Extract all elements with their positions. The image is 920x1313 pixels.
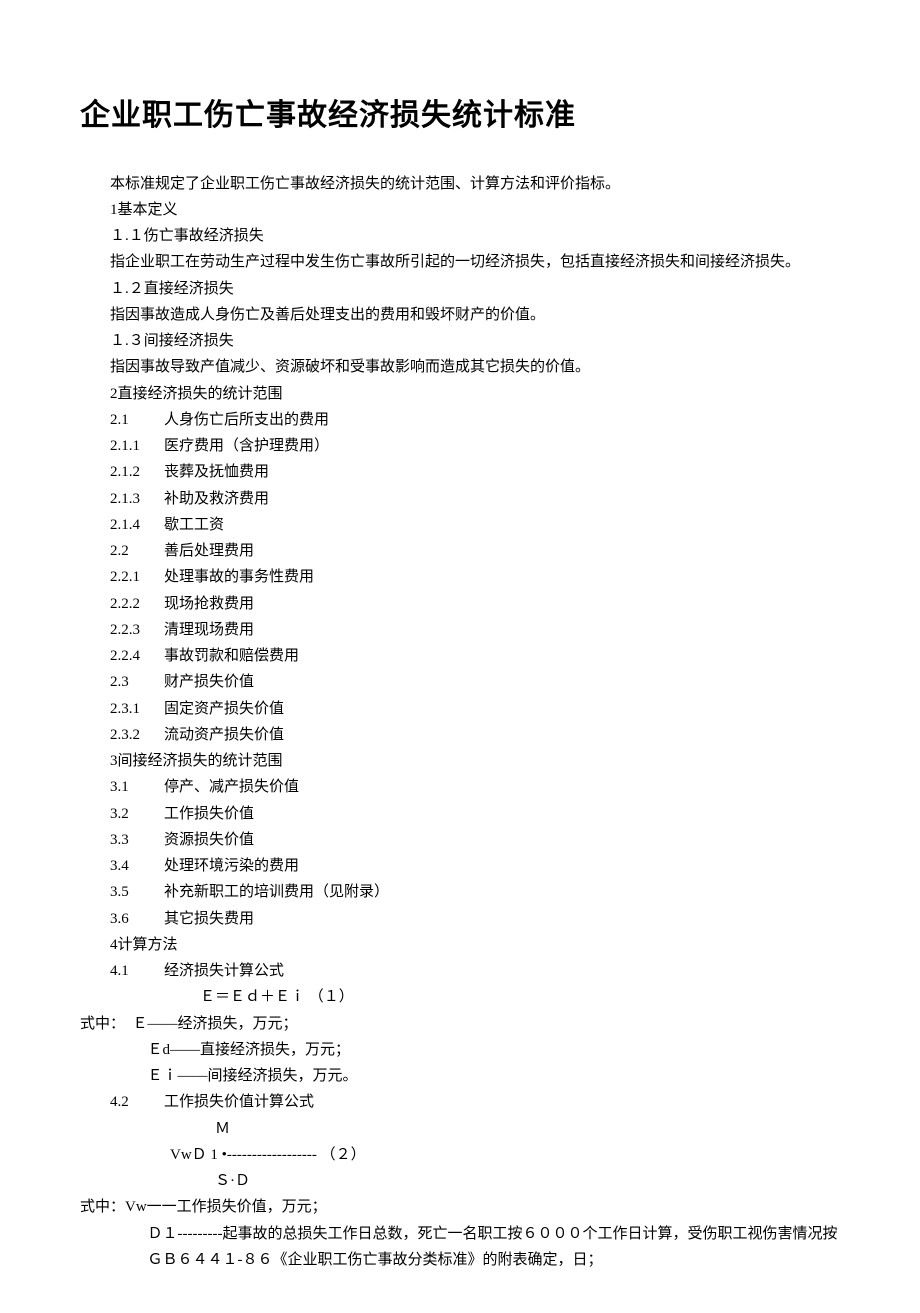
item-1-3-text: 指因事故导致产值减少、资源破坏和受事故影响而造成其它损失的价值。 [80, 354, 840, 380]
item-index: 2.2.1 [110, 564, 164, 590]
item-index: 2.1.4 [110, 512, 164, 538]
item-label: 丧葬及抚恤费用 [164, 459, 269, 485]
list-item: 2.2善后处理费用 [80, 538, 840, 564]
item-index: 2.2.2 [110, 591, 164, 617]
item-label: 善后处理费用 [164, 538, 254, 564]
section-4-heading: 4计算方法 [80, 932, 840, 958]
item-1-2-heading: １.２直接经济损失 [80, 276, 840, 302]
section-2-heading: 2直接经济损失的统计范围 [80, 381, 840, 407]
item-index: 2.1.3 [110, 486, 164, 512]
list-item: 2.1人身伤亡后所支出的费用 [80, 407, 840, 433]
formula-1-explain-ei: Ｅｉ——间接经济损失，万元。 [80, 1063, 840, 1089]
list-item: 3.5补充新职工的培训费用（见附录） [80, 879, 840, 905]
item-index: 2.2.4 [110, 643, 164, 669]
item-label: 事故罚款和赔偿费用 [164, 643, 299, 669]
item-index: 3.3 [110, 827, 164, 853]
formula-1: Ｅ＝Ｅｄ＋Ｅｉ （１） [80, 984, 840, 1010]
item-label: 资源损失价值 [164, 827, 254, 853]
list-item: 3.3资源损失价值 [80, 827, 840, 853]
item-label: 固定资产损失价值 [164, 696, 284, 722]
list-item: 3.2工作损失价值 [80, 801, 840, 827]
item-label: 工作损失价值计算公式 [164, 1089, 314, 1115]
item-index: 4.1 [110, 958, 164, 984]
item-index: 2.3.2 [110, 722, 164, 748]
item-index: 3.5 [110, 879, 164, 905]
item-index: 3.6 [110, 906, 164, 932]
item-1-3-heading: １.３间接经济损失 [80, 328, 840, 354]
list-item: 2.1.2丧葬及抚恤费用 [80, 459, 840, 485]
item-label: 处理事故的事务性费用 [164, 564, 314, 590]
item-1-2-text: 指因事故造成人身伤亡及善后处理支出的费用和毁坏财产的价值。 [80, 302, 840, 328]
formula-2-numerator: Ｍ [80, 1116, 840, 1142]
section-3-heading: 3间接经济损失的统计范围 [80, 748, 840, 774]
item-label: 经济损失计算公式 [164, 958, 284, 984]
item-label: 清理现场费用 [164, 617, 254, 643]
list-item: 3.1停产、减产损失价值 [80, 774, 840, 800]
item-label: 停产、减产损失价值 [164, 774, 299, 800]
list-item: 3.6其它损失费用 [80, 906, 840, 932]
list-item: 4.1经济损失计算公式 [80, 958, 840, 984]
list-item: 2.1.1医疗费用（含护理费用） [80, 433, 840, 459]
formula-2-explain-head: 式中：Vw一一工作损失价值，万元； [80, 1194, 840, 1220]
list-item: 2.2.4事故罚款和赔偿费用 [80, 643, 840, 669]
item-label: 医疗费用（含护理费用） [164, 433, 329, 459]
item-label: 工作损失价值 [164, 801, 254, 827]
formula-1-explain-ed: Ｅd——直接经济损失，万元； [80, 1037, 840, 1063]
item-1-1-text: 指企业职工在劳动生产过程中发生伤亡事故所引起的一切经济损失，包括直接经济损失和间… [80, 249, 840, 275]
item-label: 财产损失价值 [164, 669, 254, 695]
item-index: 2.1 [110, 407, 164, 433]
section-1-heading: 1基本定义 [80, 197, 840, 223]
list-item: 2.2.1处理事故的事务性费用 [80, 564, 840, 590]
list-item: 3.4处理环境污染的费用 [80, 853, 840, 879]
item-label: 歇工工资 [164, 512, 224, 538]
item-label: 人身伤亡后所支出的费用 [164, 407, 329, 433]
formula-2-explain-d1: Ｄ１---------起事故的总损失工作日总数，死亡一名职工按６０００个工作日计… [80, 1221, 840, 1274]
item-index: 2.1.1 [110, 433, 164, 459]
item-label: 流动资产损失价值 [164, 722, 284, 748]
list-item: 2.1.4歇工工资 [80, 512, 840, 538]
document-page: 企业职工伤亡事故经济损失统计标准 本标准规定了企业职工伤亡事故经济损失的统计范围… [0, 0, 920, 1313]
list-item: 2.1.3补助及救济费用 [80, 486, 840, 512]
list-item: 2.2.2现场抢救费用 [80, 591, 840, 617]
document-title: 企业职工伤亡事故经济损失统计标准 [80, 90, 840, 143]
item-index: 2.1.2 [110, 459, 164, 485]
item-index: 2.3 [110, 669, 164, 695]
list-item: 2.3.2流动资产损失价值 [80, 722, 840, 748]
item-index: 3.2 [110, 801, 164, 827]
item-label: 补充新职工的培训费用（见附录） [164, 879, 389, 905]
item-1-1-heading: １.１伤亡事故经济损失 [80, 223, 840, 249]
list-item: 2.3财产损失价值 [80, 669, 840, 695]
list-item: 4.2工作损失价值计算公式 [80, 1089, 840, 1115]
intro-paragraph: 本标准规定了企业职工伤亡事故经济损失的统计范围、计算方法和评价指标。 [80, 171, 840, 197]
item-index: 3.1 [110, 774, 164, 800]
formula-2-line: VwＤ 1 •------------------ （２） [80, 1142, 840, 1168]
item-index: 2.3.1 [110, 696, 164, 722]
item-label: 补助及救济费用 [164, 486, 269, 512]
item-label: 现场抢救费用 [164, 591, 254, 617]
item-index: 3.4 [110, 853, 164, 879]
list-item: 2.2.3清理现场费用 [80, 617, 840, 643]
item-index: 4.2 [110, 1089, 164, 1115]
formula-2-denominator: Ｓ·Ｄ [80, 1168, 840, 1194]
item-index: 2.2 [110, 538, 164, 564]
formula-1-explain-head: 式中： Ｅ——经济损失，万元； [80, 1011, 840, 1037]
item-label: 其它损失费用 [164, 906, 254, 932]
list-item: 2.3.1固定资产损失价值 [80, 696, 840, 722]
item-label: 处理环境污染的费用 [164, 853, 299, 879]
item-index: 2.2.3 [110, 617, 164, 643]
